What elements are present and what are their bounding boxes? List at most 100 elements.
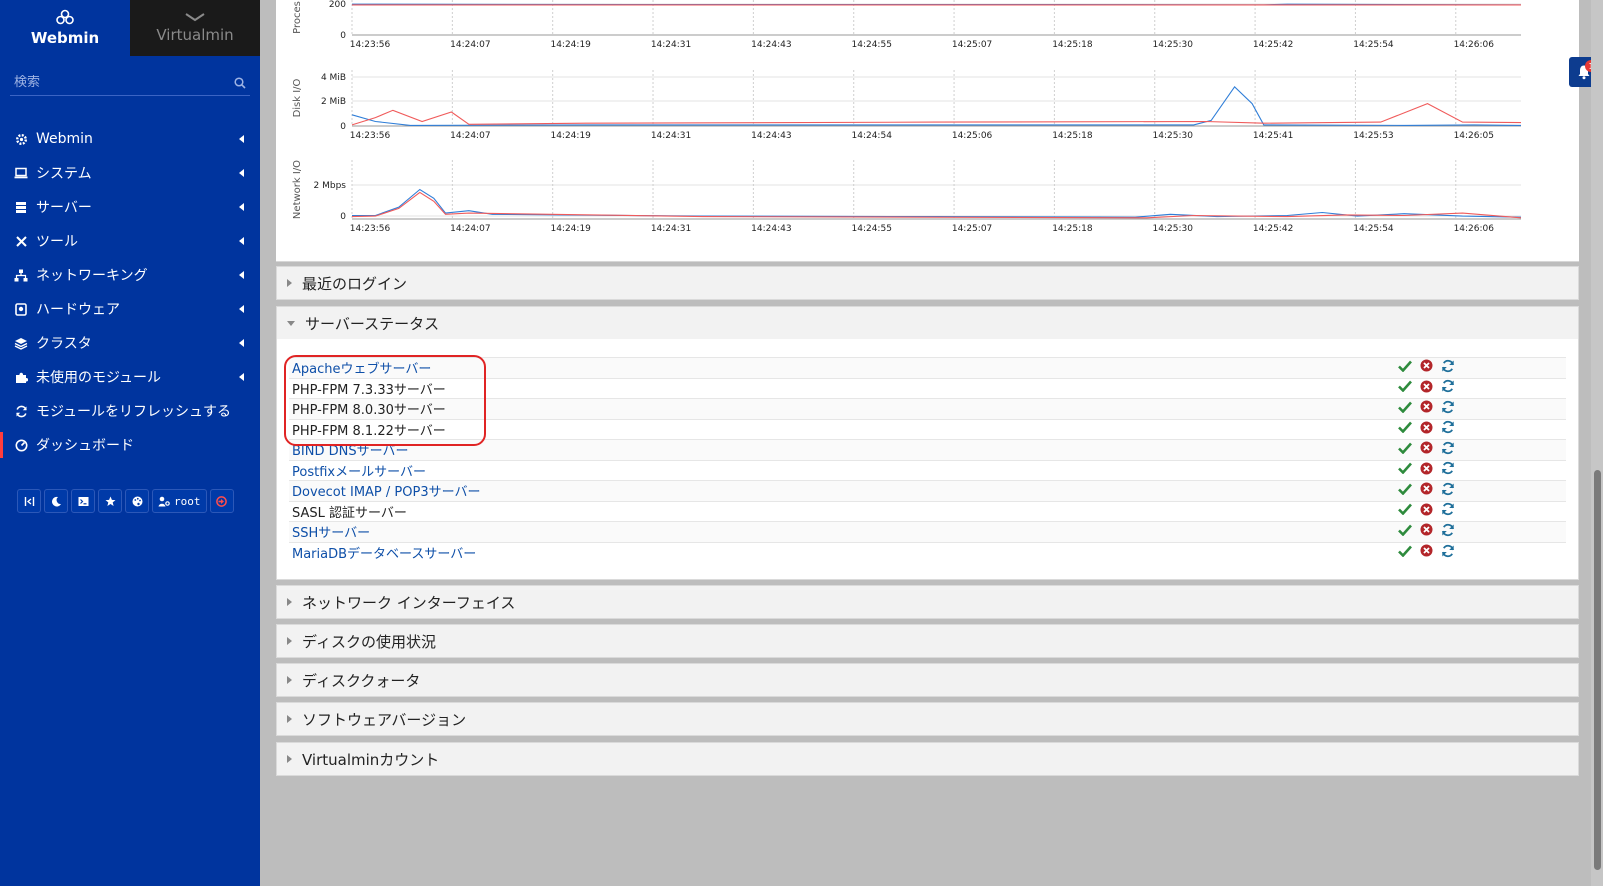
restart-icon[interactable] <box>1441 461 1455 479</box>
night-mode-button[interactable] <box>44 489 68 513</box>
y-tick-label: 0 <box>340 31 346 41</box>
panel-header-disk-usage[interactable]: ディスクの使用状況 <box>277 625 1578 657</box>
sidebar-item-hardware[interactable]: ハードウェア <box>0 292 260 326</box>
check-icon[interactable] <box>1398 524 1412 540</box>
x-tick-label: 14:25:18 <box>1052 224 1093 234</box>
check-icon[interactable] <box>1398 380 1412 396</box>
stop-icon[interactable] <box>1420 400 1433 417</box>
stop-icon[interactable] <box>1420 359 1433 376</box>
tab-virtualmin[interactable]: Virtualmin <box>130 0 260 56</box>
user-button[interactable]: root <box>152 489 207 513</box>
disk-write-line <box>351 102 1522 126</box>
favorites-button[interactable] <box>98 489 122 513</box>
restart-icon[interactable] <box>1441 441 1455 459</box>
stop-icon[interactable] <box>1420 441 1433 458</box>
page-scrollbar[interactable] <box>1591 0 1603 886</box>
x-tick-label: 14:23:56 <box>350 40 391 50</box>
server-link[interactable]: SSHサーバー <box>292 526 370 541</box>
scrollbar-thumb[interactable] <box>1594 470 1601 870</box>
star-icon <box>105 496 115 506</box>
server-link[interactable]: Apacheウェブサーバー <box>292 362 431 377</box>
x-tick-label: 14:25:42 <box>1253 224 1293 234</box>
sidebar-item-cluster[interactable]: クラスタ <box>0 326 260 360</box>
logout-button[interactable] <box>209 489 234 513</box>
sidebar-item-networking[interactable]: ネットワーキング <box>0 258 260 292</box>
check-icon[interactable] <box>1398 462 1412 478</box>
hdd-icon <box>14 302 28 316</box>
server-actions-cell <box>1386 439 1566 460</box>
table-row: SASL 認証サーバー <box>289 500 1566 522</box>
x-tick-label: 14:25:07 <box>952 40 992 50</box>
x-tick-label: 14:25:30 <box>1153 40 1194 50</box>
panel-header-disk-quota[interactable]: ディスククォータ <box>277 664 1578 696</box>
check-icon[interactable] <box>1398 421 1412 437</box>
check-icon[interactable] <box>1398 360 1412 376</box>
panel-header-server-status[interactable]: サーバーステータス <box>277 307 1578 339</box>
stop-icon[interactable] <box>1420 544 1433 561</box>
server-actions <box>1386 441 1566 459</box>
collapse-sidebar-button[interactable] <box>17 489 41 513</box>
sidebar-item-label: Webmin <box>36 131 93 147</box>
sidebar-item-dashboard[interactable]: ダッシュボード <box>0 428 260 462</box>
stop-icon[interactable] <box>1420 503 1433 520</box>
tab-virtualmin-label: Virtualmin <box>156 26 234 44</box>
server-actions-cell <box>1386 459 1566 481</box>
check-icon[interactable] <box>1398 401 1412 417</box>
sidebar-item-label: ツール <box>36 234 78 250</box>
search-input[interactable] <box>14 75 214 90</box>
moon-icon <box>51 496 61 506</box>
network-out-line <box>351 191 1522 219</box>
network-io-chart: Network I/O 2 Mbps 0 14:23:56 14:24:07 14:24:… <box>292 160 1522 234</box>
caret-right-icon <box>287 676 292 684</box>
restart-icon[interactable] <box>1441 482 1455 500</box>
stop-icon[interactable] <box>1420 421 1433 438</box>
panel-header-virtualmin-accounts[interactable]: Virtualminカウント <box>277 743 1578 775</box>
sidebar-item-label: モジュールをリフレッシュする <box>36 404 232 420</box>
y-tick-label: 200 <box>329 0 346 10</box>
restart-icon[interactable] <box>1441 420 1455 438</box>
check-icon[interactable] <box>1398 503 1412 519</box>
panel-title: ネットワーク インターフェイス <box>302 593 516 612</box>
x-tick-label: 14:24:31 <box>651 40 691 50</box>
sidebar-menu: Webmin システム サーバー ツール ネットワーキング ハードウェア クラス… <box>0 122 260 462</box>
sidebar-item-tools[interactable]: ツール <box>0 224 260 258</box>
search-icon[interactable] <box>234 76 246 89</box>
server-name-cell: SSHサーバー <box>289 521 1386 542</box>
sidebar-item-system[interactable]: システム <box>0 156 260 190</box>
server-link[interactable]: Postfixメールサーバー <box>292 465 426 480</box>
x-tick-label: 14:23:56 <box>350 224 391 234</box>
theme-button[interactable] <box>125 489 149 513</box>
sidebar-item-servers[interactable]: サーバー <box>0 190 260 224</box>
panel-header-recent-logins[interactable]: 最近のログイン <box>277 267 1578 299</box>
stop-icon[interactable] <box>1420 462 1433 479</box>
panel-title: サーバーステータス <box>305 314 440 333</box>
y-tick-label: 0 <box>340 122 346 132</box>
sidebar-item-refresh-modules[interactable]: モジュールをリフレッシュする <box>0 394 260 428</box>
disk-read-line <box>351 85 1522 126</box>
server-name: PHP-FPM 8.0.30サーバー <box>292 403 446 419</box>
restart-icon[interactable] <box>1441 544 1455 562</box>
panel-header-software-versions[interactable]: ソフトウェアバージョン <box>277 703 1578 735</box>
stop-icon[interactable] <box>1420 380 1433 397</box>
check-icon[interactable] <box>1398 545 1412 561</box>
sidebar-item-unused-modules[interactable]: 未使用のモジュール <box>0 360 260 394</box>
restart-icon[interactable] <box>1441 400 1455 418</box>
check-icon[interactable] <box>1398 442 1412 458</box>
panel-header-network-interfaces[interactable]: ネットワーク インターフェイス <box>277 586 1578 618</box>
restart-icon[interactable] <box>1441 523 1455 541</box>
restart-icon[interactable] <box>1441 502 1455 520</box>
server-link[interactable]: MariaDBデータベースサーバー <box>292 547 476 562</box>
restart-icon[interactable] <box>1441 379 1455 397</box>
stop-icon[interactable] <box>1420 482 1433 499</box>
restart-icon[interactable] <box>1441 359 1455 377</box>
stop-icon[interactable] <box>1420 523 1433 540</box>
server-link[interactable]: BIND DNSサーバー <box>292 444 408 459</box>
check-icon[interactable] <box>1398 483 1412 499</box>
server-actions <box>1386 359 1566 377</box>
tab-webmin[interactable]: Webmin <box>0 0 130 56</box>
server-link[interactable]: Dovecot IMAP / POP3サーバー <box>292 485 480 500</box>
panel-title: ディスクの使用状況 <box>302 632 436 651</box>
sidebar-item-webmin[interactable]: Webmin <box>0 122 260 156</box>
server-actions-cell <box>1386 377 1566 399</box>
terminal-button[interactable] <box>71 489 95 513</box>
